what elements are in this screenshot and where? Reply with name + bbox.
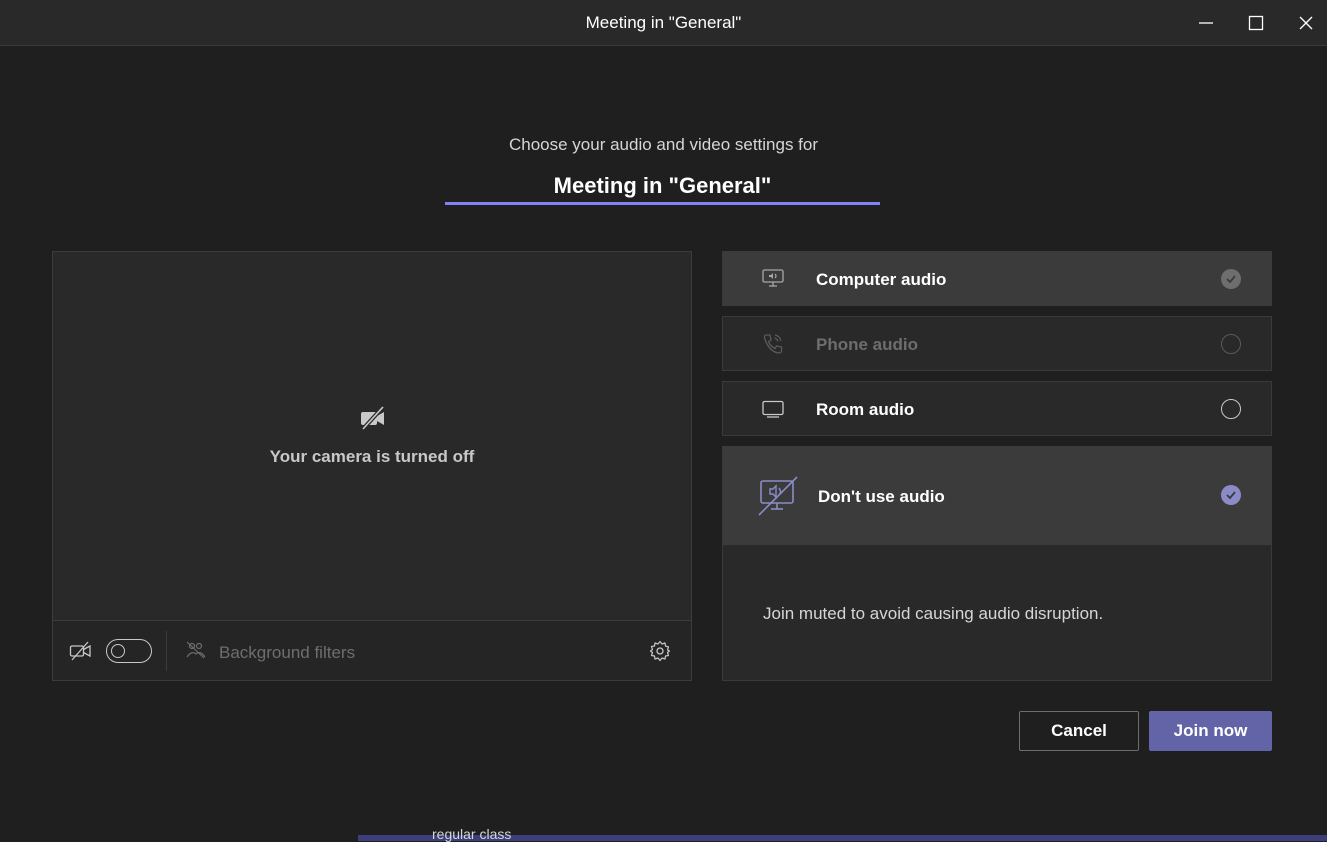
settings-subtitle: Choose your audio and video settings for	[508, 135, 819, 154]
join-now-button[interactable]: Join now	[1149, 711, 1272, 751]
checkmark-icon	[1226, 275, 1236, 284]
audio-option-room[interactable]: Room audio	[722, 381, 1272, 436]
meeting-name-title: Meeting in "General"	[445, 173, 880, 205]
background-window-text: regular class	[432, 826, 512, 842]
audio-option-phone[interactable]: Phone audio	[722, 316, 1272, 371]
cancel-button[interactable]: Cancel	[1019, 711, 1139, 751]
audio-option-radio[interactable]	[1221, 399, 1241, 419]
audio-option-description: Join muted to avoid causing audio disrup…	[763, 604, 1104, 623]
camera-off-icon	[361, 405, 385, 431]
video-preview: Your camera is turned off	[53, 252, 691, 620]
camera-toggle-knob	[111, 644, 125, 658]
window-title: Meeting in "General"	[585, 13, 742, 32]
close-button[interactable]	[1291, 8, 1321, 38]
audio-option-none-header[interactable]: Don't use audio	[723, 447, 1271, 546]
computer-audio-icon	[762, 269, 784, 287]
window-titlebar: Meeting in "General"	[0, 0, 1327, 46]
maximize-button[interactable]	[1241, 8, 1271, 38]
audio-option-label: Room audio	[816, 400, 915, 419]
audio-option-radio-checked[interactable]	[1221, 485, 1241, 505]
camera-off-icon	[69, 641, 91, 661]
audio-option-radio[interactable]	[1221, 334, 1241, 354]
audio-option-label: Computer audio	[816, 270, 947, 289]
camera-off-message: Your camera is turned off	[269, 447, 475, 466]
phone-audio-icon	[763, 334, 783, 354]
meeting-prejoin-screen: Choose your audio and video settings for…	[0, 47, 1327, 835]
audio-option-label: Don't use audio	[818, 487, 945, 506]
maximize-icon	[1248, 15, 1264, 31]
room-audio-icon	[762, 400, 784, 418]
audio-option-computer[interactable]: Computer audio	[722, 251, 1272, 306]
background-filters-icon	[186, 641, 206, 659]
minimize-icon	[1199, 22, 1213, 24]
background-window-peek: regular class	[0, 827, 1327, 841]
preview-controls: Background filters	[53, 620, 691, 680]
audio-option-none[interactable]: Don't use audio Join muted to avoid caus…	[722, 446, 1272, 681]
video-preview-panel: Your camera is turned off Background fil…	[52, 251, 692, 681]
close-icon	[1299, 16, 1313, 30]
controls-divider	[166, 631, 167, 671]
minimize-button[interactable]	[1191, 8, 1221, 38]
checkmark-icon	[1226, 491, 1236, 500]
audio-option-label: Phone audio	[816, 335, 918, 354]
camera-toggle[interactable]	[106, 639, 152, 663]
background-filters-button[interactable]: Background filters	[219, 643, 355, 663]
no-audio-icon	[758, 476, 798, 516]
audio-option-radio-checked[interactable]	[1221, 269, 1241, 289]
gear-icon[interactable]	[649, 640, 671, 662]
